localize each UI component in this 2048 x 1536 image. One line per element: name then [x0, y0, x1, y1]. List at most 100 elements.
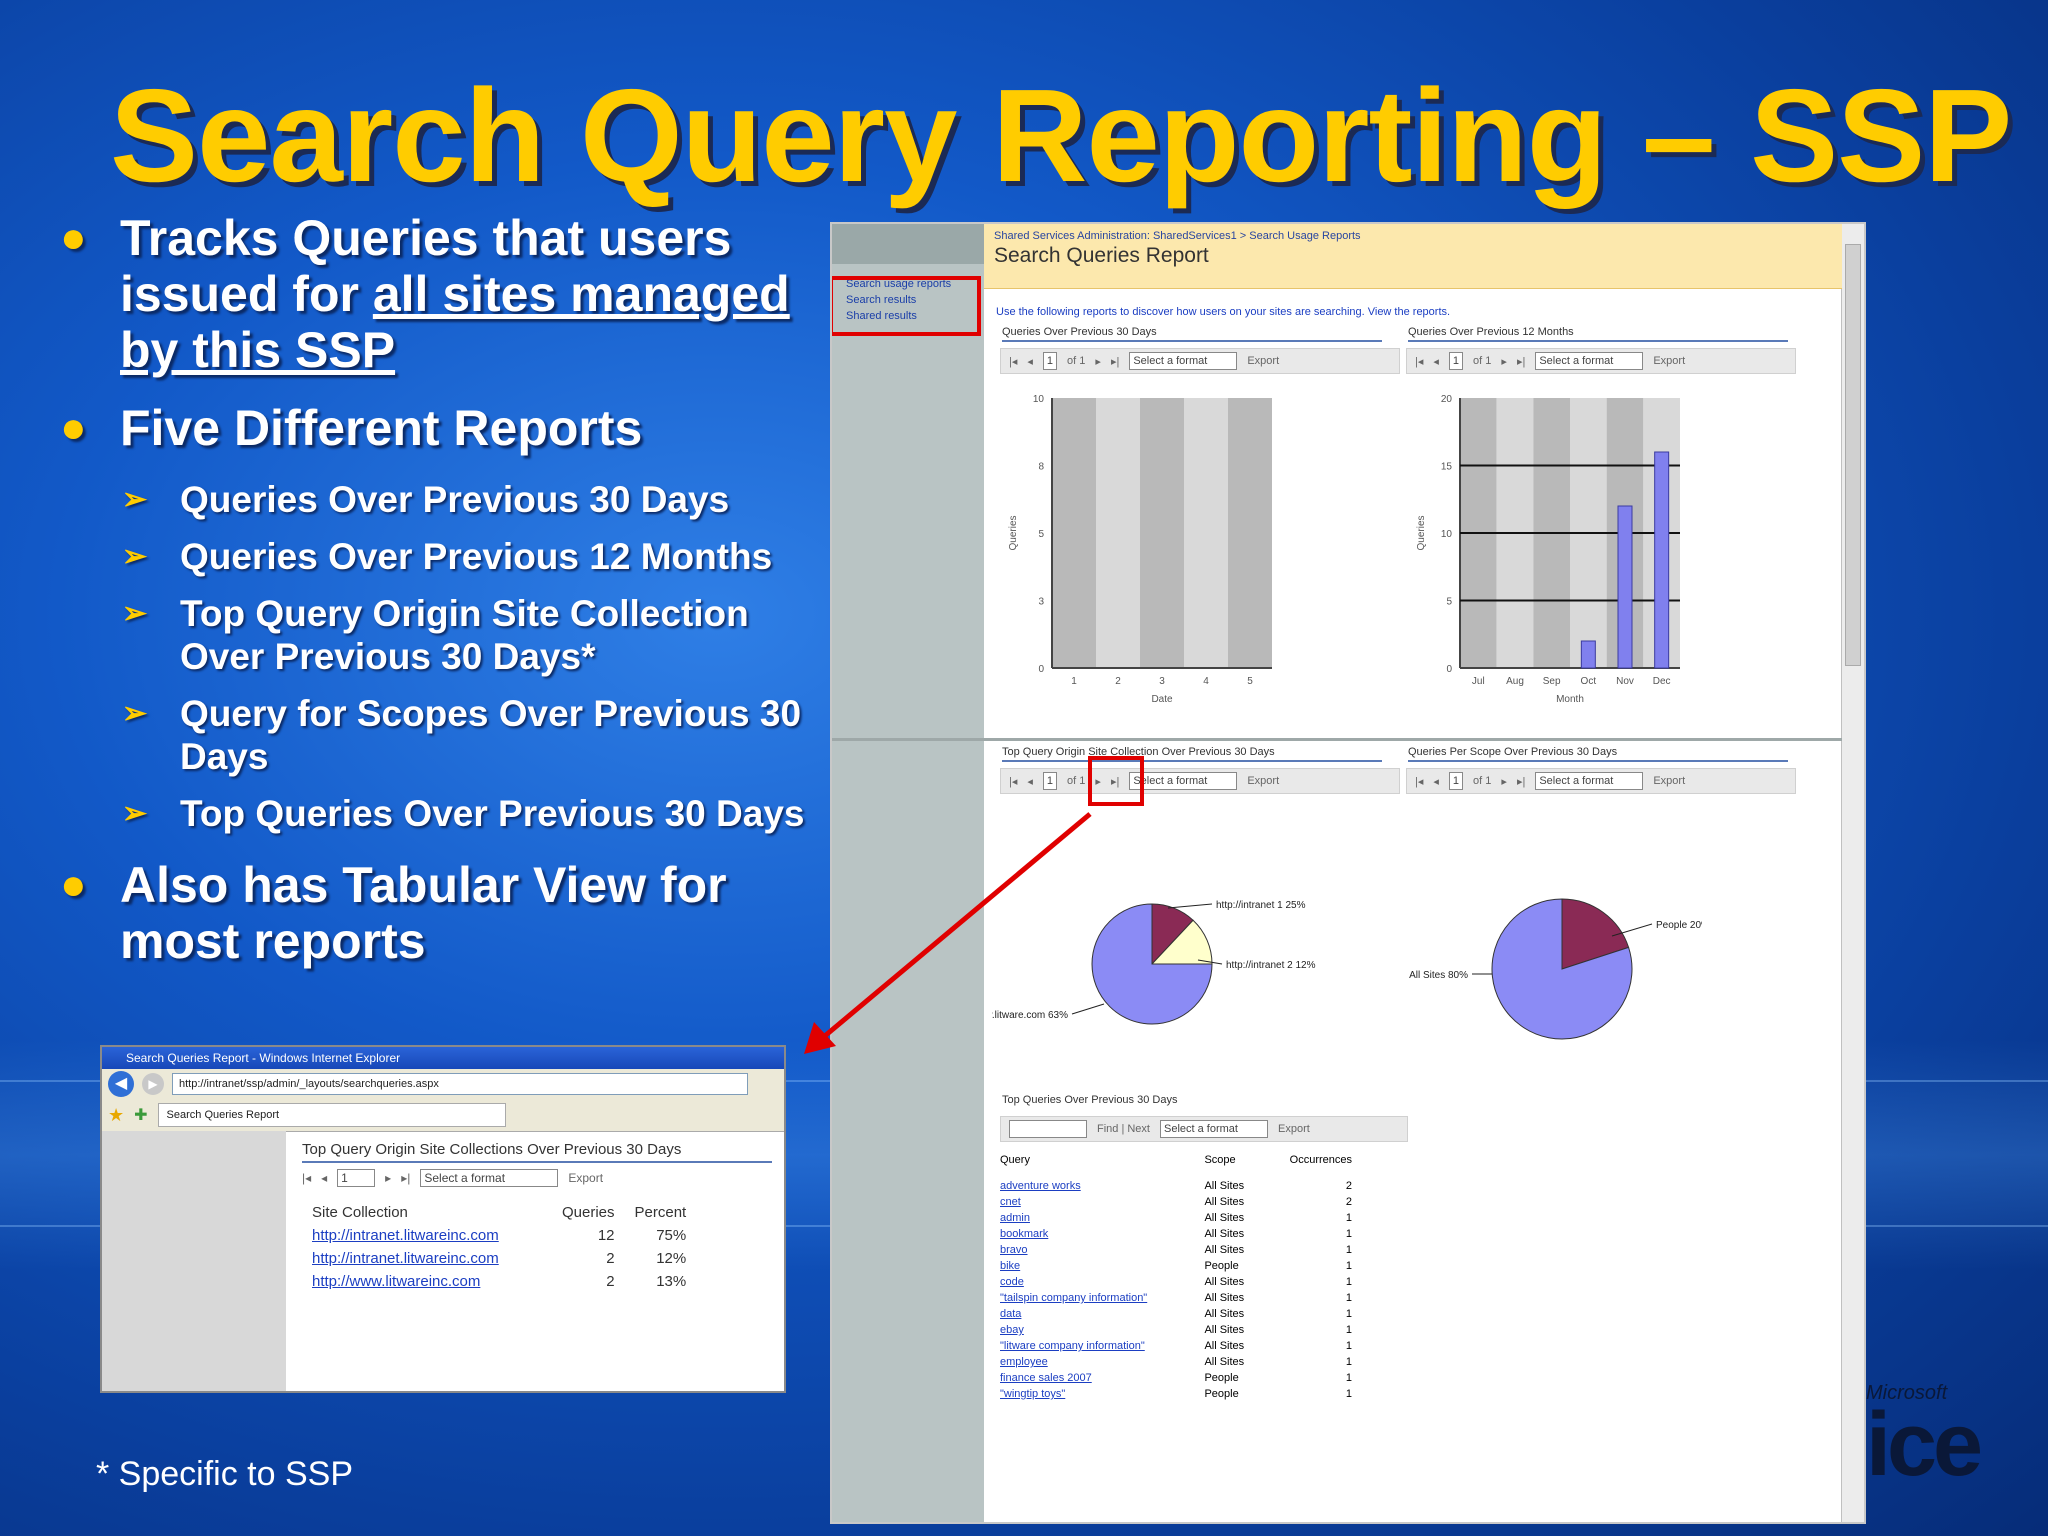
export-format-select[interactable]: Select a format [1160, 1120, 1268, 1138]
scope-cell: All Sites [1204, 1340, 1245, 1352]
column-header-site[interactable]: Site Collection [302, 1201, 552, 1224]
page-number-input[interactable]: 1 [1042, 352, 1058, 370]
scope-cell: All Sites [1204, 1212, 1245, 1224]
page-number-input[interactable]: 1 [1448, 772, 1464, 790]
percent-cell: 75% [656, 1227, 687, 1244]
query-link[interactable]: "litware company information" [996, 1338, 1200, 1354]
query-link[interactable]: ebay [996, 1322, 1200, 1338]
column-header-occurrences[interactable]: Occurrences [1263, 1152, 1356, 1168]
scrollbar[interactable] [1841, 224, 1864, 1522]
site-link[interactable]: http://intranet.litwareinc.com [302, 1247, 552, 1270]
column-header-query[interactable]: Query [996, 1152, 1200, 1168]
occurrences-cell: 1 [1345, 1356, 1352, 1368]
prev-page-icon[interactable]: ◂ [1027, 775, 1033, 788]
inset-content: Top Query Origin Site Collections Over P… [302, 1141, 772, 1293]
export-link[interactable]: Export [1653, 775, 1685, 787]
prev-page-icon[interactable]: ◂ [1433, 775, 1439, 788]
export-format-select[interactable]: Select a format [1129, 352, 1238, 370]
first-page-icon[interactable]: |◂ [1415, 355, 1423, 368]
page-number-input[interactable]: 1 [1448, 352, 1464, 370]
x-tick-label: Jul [1472, 676, 1485, 687]
scrollbar-thumb[interactable] [1845, 244, 1861, 666]
first-page-icon[interactable]: |◂ [1009, 775, 1017, 788]
inset-report-title: Top Query Origin Site Collections Over P… [302, 1141, 772, 1163]
find-next-link[interactable]: Find | Next [1097, 1123, 1150, 1135]
export-format-select[interactable]: Select a format [1535, 352, 1644, 370]
add-favorite-icon[interactable]: ✚ [134, 1105, 147, 1125]
export-format-select[interactable]: Select a format [1129, 772, 1238, 790]
first-page-icon[interactable]: |◂ [302, 1171, 311, 1185]
x-tick-label: 2 [1115, 676, 1121, 687]
top-queries-table: Query Scope Occurrences adventure works A… [996, 1152, 1356, 1402]
column-header-percent[interactable]: Percent [625, 1201, 697, 1224]
query-link[interactable]: adventure works [996, 1178, 1200, 1194]
prev-page-icon[interactable]: ◂ [321, 1171, 327, 1185]
occurrences-cell: 1 [1345, 1244, 1352, 1256]
prev-page-icon[interactable]: ◂ [1433, 355, 1439, 368]
query-link[interactable]: finance sales 2007 [996, 1370, 1200, 1386]
description-text: Use the following reports to discover ho… [996, 306, 1451, 318]
page-number-input[interactable]: 1 [1042, 772, 1058, 790]
breadcrumb[interactable]: Shared Services Administration: SharedSe… [984, 224, 1842, 242]
slide-title: Search Query Reporting – SSP [110, 62, 2012, 209]
query-link[interactable]: admin [996, 1210, 1200, 1226]
scope-cell: All Sites [1204, 1244, 1245, 1256]
back-icon[interactable]: ◀ [108, 1071, 134, 1097]
pie-leader-line [1167, 903, 1213, 909]
y-axis-label: Queries [1416, 515, 1427, 550]
query-link[interactable]: employee [996, 1354, 1200, 1370]
find-input[interactable] [1009, 1120, 1087, 1138]
occurrences-cell: 1 [1345, 1212, 1352, 1224]
query-link[interactable]: "wingtip toys" [996, 1386, 1200, 1402]
bar [1654, 451, 1670, 669]
next-page-icon[interactable]: ▸ [1501, 775, 1507, 788]
column-header-scope[interactable]: Scope [1200, 1152, 1263, 1168]
top-queries-body: adventure works All Sites 2 cnet All Sites 2 a… [996, 1178, 1356, 1402]
scope-cell: All Sites [1204, 1196, 1245, 1208]
occurrences-cell: 1 [1345, 1388, 1352, 1400]
query-link[interactable]: "tailspin company information" [996, 1290, 1200, 1306]
prev-page-icon[interactable]: ◂ [1027, 355, 1033, 368]
query-link[interactable]: data [996, 1306, 1200, 1322]
subbullet: ➢ Top Queries Over Previous 30 Days [60, 792, 820, 835]
arrow-bullet-icon: ➢ [122, 540, 148, 573]
arrow-bullet-icon: ➢ [122, 483, 148, 516]
address-input[interactable]: http://intranet/ssp/admin/_layouts/searc… [172, 1073, 748, 1095]
scope-cell: People [1204, 1388, 1239, 1400]
export-format-select[interactable]: Select a format [1535, 772, 1644, 790]
favorites-star-icon[interactable]: ★ [108, 1105, 124, 1126]
browser-tab[interactable]: Search Queries Report [157, 1103, 506, 1127]
highlight-nav-link [832, 276, 981, 336]
queries-cell: 2 [606, 1273, 615, 1290]
last-page-icon[interactable]: ▸| [1517, 775, 1525, 788]
export-link[interactable]: Export [1653, 355, 1685, 367]
site-link[interactable]: http://www.litwareinc.com [302, 1270, 552, 1293]
pie-scopes: People 20% All Sites 80% [1409, 898, 1702, 1040]
section-title-top-origin: Top Query Origin Site Collection Over Pr… [1002, 746, 1382, 762]
queries-cell: 2 [606, 1250, 615, 1267]
query-link[interactable]: bravo [996, 1242, 1200, 1258]
first-page-icon[interactable]: |◂ [1415, 775, 1423, 788]
y-tick-label: 0 [1446, 664, 1452, 675]
export-link[interactable]: Export [568, 1171, 603, 1185]
query-link[interactable]: bookmark [996, 1226, 1200, 1242]
next-page-icon[interactable]: ▸ [1095, 355, 1101, 368]
forward-icon[interactable]: ▶ [142, 1073, 164, 1095]
export-format-select[interactable]: Select a format [420, 1169, 559, 1187]
page-number-input[interactable]: 1 [337, 1169, 376, 1187]
last-page-icon[interactable]: ▸| [1517, 355, 1525, 368]
site-link[interactable]: http://intranet.litwareinc.com [302, 1224, 552, 1247]
last-page-icon[interactable]: ▸| [401, 1171, 410, 1185]
query-link[interactable]: bike [996, 1258, 1200, 1274]
export-link[interactable]: Export [1278, 1123, 1310, 1135]
export-link[interactable]: Export [1247, 355, 1279, 367]
x-tick-label: 4 [1203, 676, 1209, 687]
next-page-icon[interactable]: ▸ [385, 1171, 391, 1185]
column-header-queries[interactable]: Queries [552, 1201, 625, 1224]
query-link[interactable]: cnet [996, 1194, 1200, 1210]
export-link[interactable]: Export [1247, 775, 1279, 787]
query-link[interactable]: code [996, 1274, 1200, 1290]
first-page-icon[interactable]: |◂ [1009, 355, 1017, 368]
last-page-icon[interactable]: ▸| [1111, 355, 1119, 368]
next-page-icon[interactable]: ▸ [1501, 355, 1507, 368]
